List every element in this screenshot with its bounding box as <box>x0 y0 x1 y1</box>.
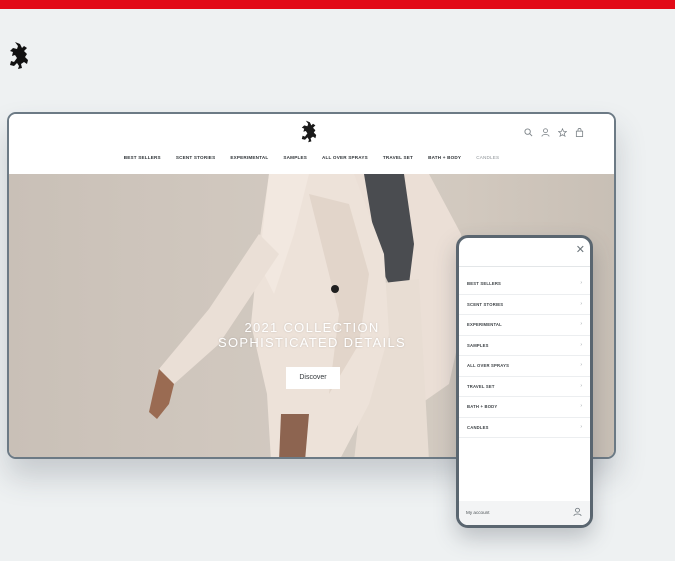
chevron-right-icon: › <box>580 423 582 430</box>
menu-item-label: TRAVEL SET <box>467 383 495 389</box>
my-account-link[interactable]: My account <box>459 501 590 525</box>
header-icons <box>524 128 584 137</box>
mobile-menu-item-samples[interactable]: SAMPLES › <box>459 336 590 356</box>
nav-item-best-sellers[interactable]: BEST SELLERS <box>124 155 161 160</box>
close-icon[interactable]: ✕ <box>576 245 585 256</box>
menu-divider <box>459 266 590 267</box>
mobile-menu-item-best-sellers[interactable]: BEST SELLERS › <box>459 274 590 295</box>
menu-item-label: SAMPLES <box>467 342 489 348</box>
nav-item-travel-set[interactable]: TRAVEL SET <box>383 155 413 160</box>
mobile-menu-item-candles[interactable]: CANDLES › <box>459 418 590 438</box>
menu-item-label: BATH + BODY <box>467 404 498 409</box>
nav-item-scent-stories[interactable]: SCENT STORIES <box>176 155 216 160</box>
bag-icon[interactable] <box>575 128 584 137</box>
main-navigation: BEST SELLERS SCENT STORIES EXPERIMENTAL … <box>9 155 614 160</box>
chevron-right-icon: › <box>580 341 582 348</box>
chevron-right-icon: › <box>580 280 582 286</box>
search-icon[interactable] <box>524 128 533 137</box>
account-icon[interactable] <box>541 128 550 137</box>
brand-accent-bar <box>0 0 675 9</box>
account-icon <box>573 507 582 517</box>
menu-item-label: CANDLES <box>467 424 489 430</box>
discover-button[interactable]: Discover <box>286 367 340 389</box>
mobile-menu-item-bath-body[interactable]: BATH + BODY › <box>459 397 590 418</box>
chevron-right-icon: › <box>580 300 582 307</box>
chevron-right-icon: › <box>580 321 582 327</box>
mobile-menu-item-travel-set[interactable]: TRAVEL SET › <box>459 377 590 397</box>
heraldic-lion-icon <box>10 42 28 69</box>
chevron-right-icon: › <box>580 403 582 409</box>
my-account-label: My account <box>466 510 490 515</box>
nav-item-bath-body[interactable]: BATH + BODY <box>428 155 461 160</box>
mobile-menu: BEST SELLERS › SCENT STORIES › EXPERIMENTA… <box>459 274 590 438</box>
nav-item-samples[interactable]: SAMPLES <box>283 155 307 160</box>
chevron-right-icon: › <box>580 362 582 368</box>
mobile-menu-item-scent-stories[interactable]: SCENT STORIES › <box>459 295 590 315</box>
menu-item-label: BEST SELLERS <box>467 281 502 286</box>
nav-item-all-over-sprays[interactable]: ALL OVER SPRAYS <box>322 155 368 160</box>
menu-item-label: EXPERIMENTAL <box>467 322 502 327</box>
wishlist-icon[interactable] <box>558 128 567 137</box>
chevron-right-icon: › <box>580 382 582 389</box>
site-logo-icon[interactable] <box>300 119 318 143</box>
site-header: BEST SELLERS SCENT STORIES EXPERIMENTAL … <box>9 114 614 174</box>
nav-item-experimental[interactable]: EXPERIMENTAL <box>230 155 268 160</box>
mobile-menu-item-all-over-sprays[interactable]: ALL OVER SPRAYS › <box>459 356 590 377</box>
menu-item-label: SCENT STORIES <box>467 301 504 307</box>
mobile-mockup: ✕ BEST SELLERS › SCENT STORIES › EXPERIMEN… <box>456 235 593 528</box>
mobile-menu-item-experimental[interactable]: EXPERIMENTAL › <box>459 315 590 336</box>
nav-item-candles[interactable]: CANDLES <box>476 155 499 160</box>
menu-item-label: ALL OVER SPRAYS <box>467 363 510 368</box>
